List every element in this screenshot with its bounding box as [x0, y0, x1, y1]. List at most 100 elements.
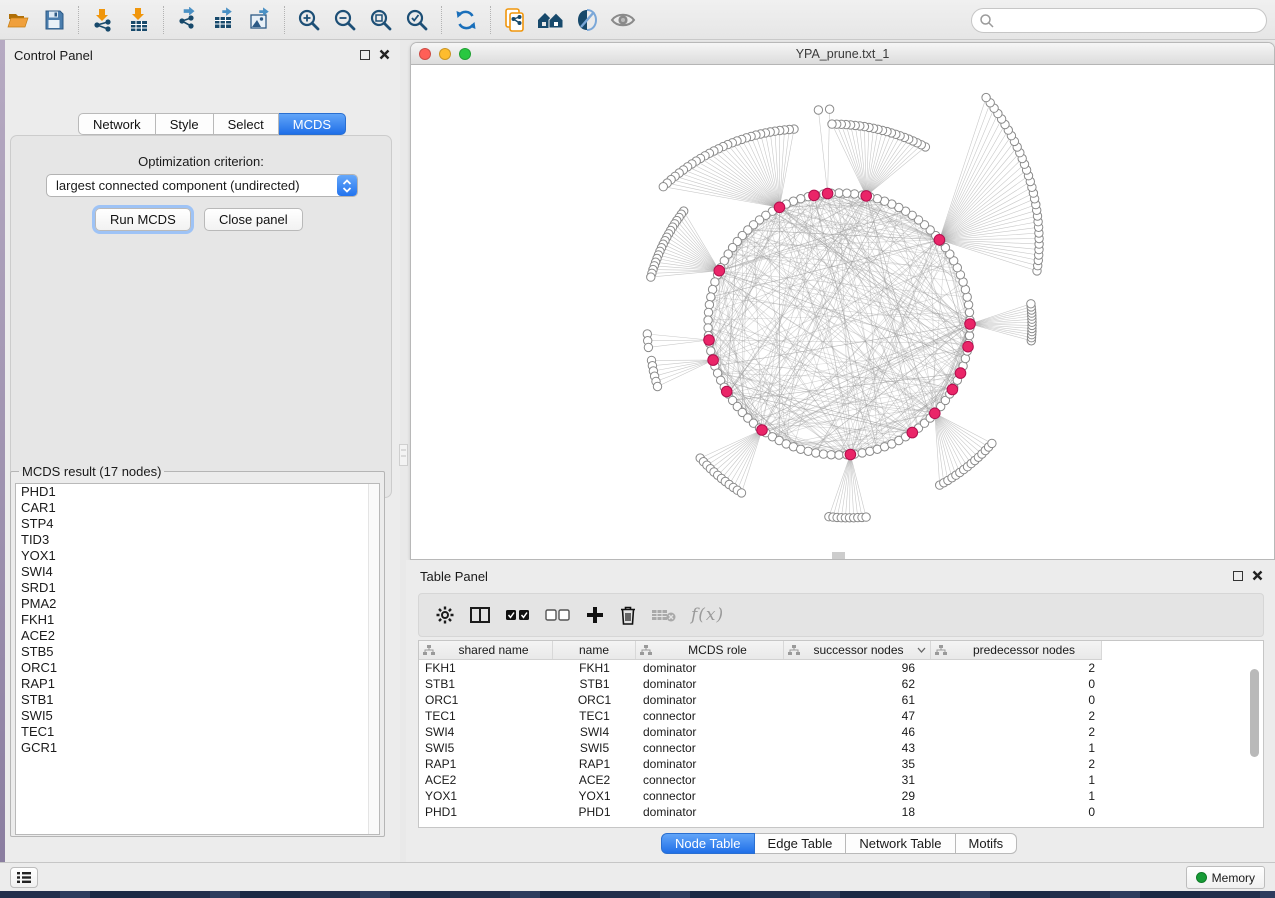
table-cell[interactable]: dominator	[636, 677, 784, 691]
tab-select[interactable]: Select	[214, 113, 279, 135]
mcds-result-item[interactable]: STB5	[16, 644, 379, 660]
tab-edge-table[interactable]: Edge Table	[755, 833, 847, 854]
table-cell[interactable]: 61	[784, 693, 931, 707]
split-pane-handle[interactable]	[399, 444, 408, 466]
table-cell[interactable]: 0	[931, 677, 1102, 691]
table-cell[interactable]: 0	[931, 693, 1102, 707]
leaf-node[interactable]	[1027, 300, 1035, 308]
zoom-in-button[interactable]	[291, 4, 327, 36]
mcds-hub-node[interactable]	[845, 449, 856, 460]
tab-network[interactable]: Network	[78, 113, 156, 135]
leaf-node[interactable]	[982, 93, 990, 101]
leaf-node[interactable]	[825, 105, 833, 113]
mcds-result-item[interactable]: TID3	[16, 532, 379, 548]
mcds-result-item[interactable]: SRD1	[16, 580, 379, 596]
leaf-node[interactable]	[659, 183, 667, 191]
table-row[interactable]: SWI5SWI5connector431	[419, 740, 1263, 756]
search-box[interactable]	[971, 8, 1267, 33]
zoom-out-button[interactable]	[327, 4, 363, 36]
mcds-hub-node[interactable]	[822, 188, 833, 199]
mcds-result-item[interactable]: RAP1	[16, 676, 379, 692]
table-cell[interactable]: 62	[784, 677, 931, 691]
column-header-successor-nodes[interactable]: successor nodes	[784, 641, 931, 659]
float-panel-icon[interactable]	[360, 50, 370, 60]
table-cell[interactable]: 96	[784, 661, 931, 675]
deselect-all-button[interactable]	[545, 600, 571, 630]
mcds-hub-node[interactable]	[861, 191, 872, 202]
mcds-result-item[interactable]: FKH1	[16, 612, 379, 628]
table-cell[interactable]: RAP1	[553, 757, 636, 771]
delete-column-button[interactable]	[619, 600, 637, 630]
float-table-panel-icon[interactable]	[1233, 571, 1243, 581]
network-node[interactable]	[804, 447, 812, 455]
column-header-name[interactable]: name	[553, 641, 636, 659]
table-cell[interactable]: connector	[636, 709, 784, 723]
network-node[interactable]	[858, 449, 866, 457]
table-cell[interactable]: 2	[931, 757, 1102, 771]
minimize-window-icon[interactable]	[439, 48, 451, 60]
close-window-icon[interactable]	[419, 48, 431, 60]
export-table-button[interactable]	[206, 4, 242, 36]
table-cell[interactable]: 43	[784, 741, 931, 755]
close-table-panel-icon[interactable]	[1252, 570, 1263, 581]
table-cell[interactable]: RAP1	[419, 757, 553, 771]
mcds-hub-node[interactable]	[809, 190, 820, 201]
network-node[interactable]	[850, 190, 858, 198]
network-window-titlebar[interactable]: YPA_prune.txt_1	[411, 43, 1274, 65]
leaf-node[interactable]	[988, 439, 996, 447]
function-builder-button[interactable]: f(x)	[691, 600, 724, 630]
hide-details-button[interactable]	[605, 4, 641, 36]
mcds-result-item[interactable]: TEC1	[16, 724, 379, 740]
table-cell[interactable]: dominator	[636, 693, 784, 707]
table-cell[interactable]: PHD1	[419, 805, 553, 819]
mcds-hub-node[interactable]	[774, 202, 785, 213]
mcds-hub-node[interactable]	[721, 386, 732, 397]
table-cell[interactable]: ORC1	[419, 693, 553, 707]
mcds-result-item[interactable]: CAR1	[16, 500, 379, 516]
table-cell[interactable]: PHD1	[553, 805, 636, 819]
mcds-result-item[interactable]: ORC1	[16, 660, 379, 676]
show-column-button[interactable]	[469, 600, 491, 630]
table-cell[interactable]: dominator	[636, 805, 784, 819]
table-cell[interactable]: SWI4	[553, 725, 636, 739]
column-header-shared-name[interactable]: shared name	[419, 641, 553, 659]
select-all-button[interactable]	[505, 600, 531, 630]
table-cell[interactable]: FKH1	[419, 661, 553, 675]
network-node[interactable]	[965, 331, 973, 339]
mcds-hub-node[interactable]	[708, 355, 719, 366]
leaf-node[interactable]	[814, 106, 822, 114]
table-cell[interactable]: SWI4	[419, 725, 553, 739]
mcds-hub-node[interactable]	[907, 427, 918, 438]
criterion-dropdown[interactable]: largest connected component (undirected)	[46, 174, 358, 197]
table-cell[interactable]: YOX1	[553, 789, 636, 803]
memory-button[interactable]: Memory	[1186, 866, 1265, 889]
table-cell[interactable]: dominator	[636, 757, 784, 771]
table-row[interactable]: FKH1FKH1dominator962	[419, 660, 1263, 676]
network-canvas[interactable]	[411, 65, 1274, 559]
add-column-button[interactable]	[585, 600, 605, 630]
table-row[interactable]: SWI4SWI4dominator462	[419, 724, 1263, 740]
network-overview-button[interactable]	[533, 4, 569, 36]
table-cell[interactable]: 29	[784, 789, 931, 803]
column-header-mcds-role[interactable]: MCDS role	[636, 641, 784, 659]
table-row[interactable]: TEC1TEC1connector472	[419, 708, 1263, 724]
leaf-node[interactable]	[644, 343, 652, 351]
table-cell[interactable]: dominator	[636, 725, 784, 739]
table-cell[interactable]: 2	[931, 661, 1102, 675]
table-cell[interactable]: connector	[636, 789, 784, 803]
run-mcds-button[interactable]: Run MCDS	[95, 208, 191, 231]
table-scrollbar-thumb[interactable]	[1250, 669, 1259, 757]
table-cell[interactable]: STB1	[419, 677, 553, 691]
network-node[interactable]	[827, 451, 835, 459]
table-cell[interactable]: 2	[931, 725, 1102, 739]
mcds-result-list[interactable]: PHD1CAR1STP4TID3YOX1SWI4SRD1PMA2FKH1ACE2…	[15, 483, 380, 835]
table-cell[interactable]: connector	[636, 741, 784, 755]
mcds-hub-node[interactable]	[963, 341, 974, 352]
mcds-hub-node[interactable]	[714, 265, 725, 276]
save-session-button[interactable]	[36, 4, 72, 36]
leaf-node[interactable]	[862, 513, 870, 521]
network-node[interactable]	[965, 308, 973, 316]
mcds-result-item[interactable]: ACE2	[16, 628, 379, 644]
mcds-result-item[interactable]: SWI5	[16, 708, 379, 724]
table-row[interactable]: ACE2ACE2connector311	[419, 772, 1263, 788]
